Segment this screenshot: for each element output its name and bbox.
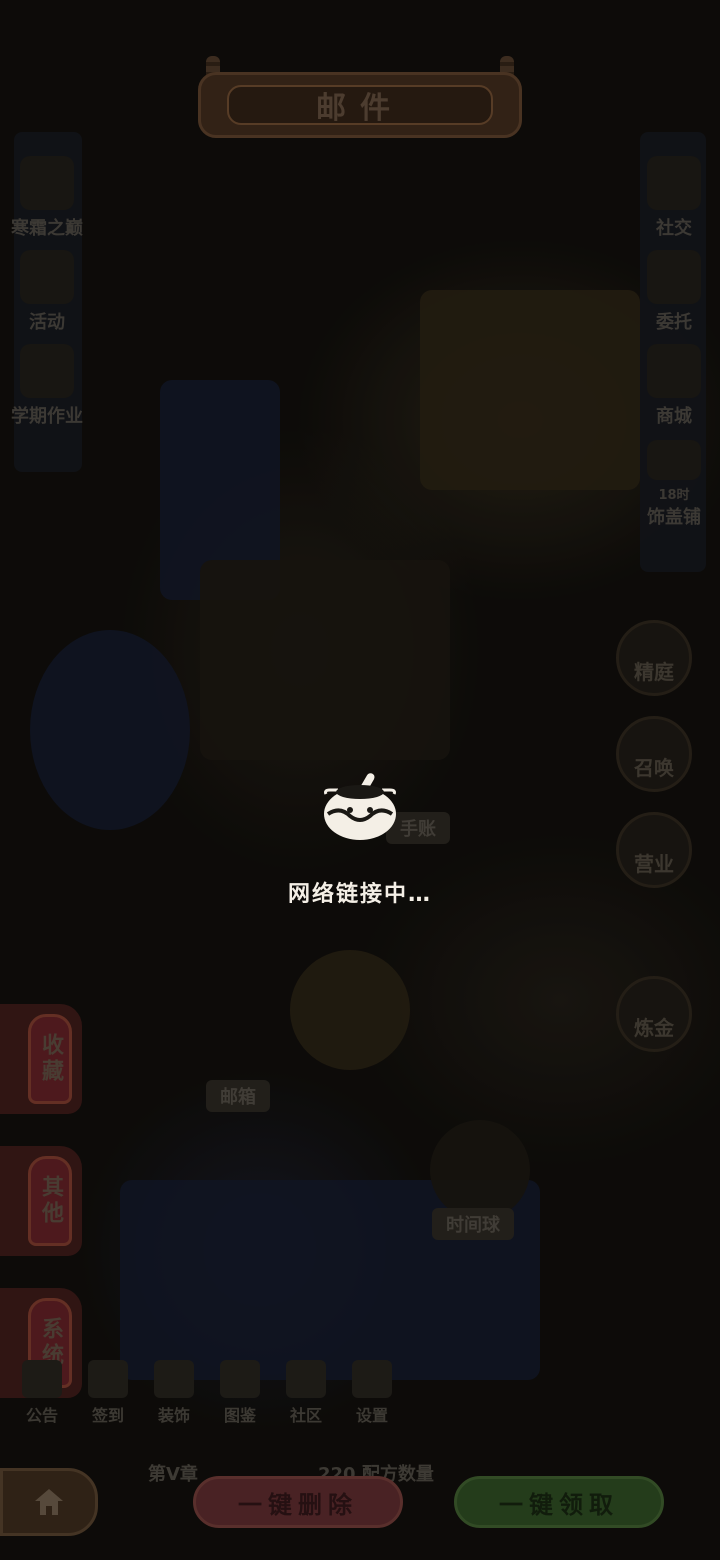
loading-text: 网络链接中…	[287, 882, 432, 907]
cauldron-icon	[324, 773, 396, 840]
loading-indicator: 网络链接中…	[230, 770, 490, 908]
